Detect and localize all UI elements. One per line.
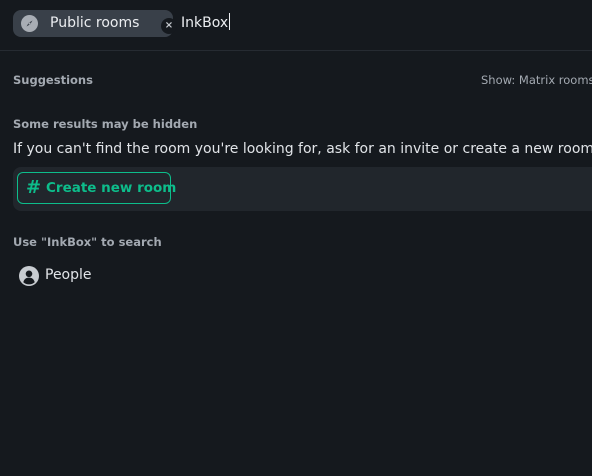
suggestions-heading: Suggestions [13, 73, 93, 87]
create-new-room-button[interactable]: # Create new room [17, 172, 176, 204]
people-search-option[interactable]: People [19, 265, 219, 287]
text-caret [229, 13, 231, 30]
show-filter-dropdown[interactable]: Show: Matrix rooms [481, 73, 592, 87]
spotlight-dialog: Public rooms × InkBox Suggestions Show: … [0, 0, 592, 476]
create-room-label: Create new room [46, 180, 177, 196]
search-input[interactable]: InkBox [181, 12, 581, 34]
compass-icon [21, 15, 38, 32]
create-room-card: # Create new room [13, 167, 592, 211]
use-search-heading: Use "InkBox" to search [13, 235, 162, 249]
hidden-results-heading: Some results may be hidden [13, 117, 198, 131]
hash-icon: # [26, 177, 42, 198]
public-rooms-filter-chip[interactable]: Public rooms × [13, 10, 177, 37]
person-icon [19, 266, 39, 286]
hint-text: If you can't find the room you're lookin… [13, 141, 592, 157]
search-bar: Public rooms × InkBox [0, 0, 592, 51]
close-icon[interactable]: × [161, 18, 177, 34]
chip-label: Public rooms [50, 15, 140, 31]
people-label: People [45, 267, 92, 283]
search-query: InkBox [181, 15, 229, 31]
